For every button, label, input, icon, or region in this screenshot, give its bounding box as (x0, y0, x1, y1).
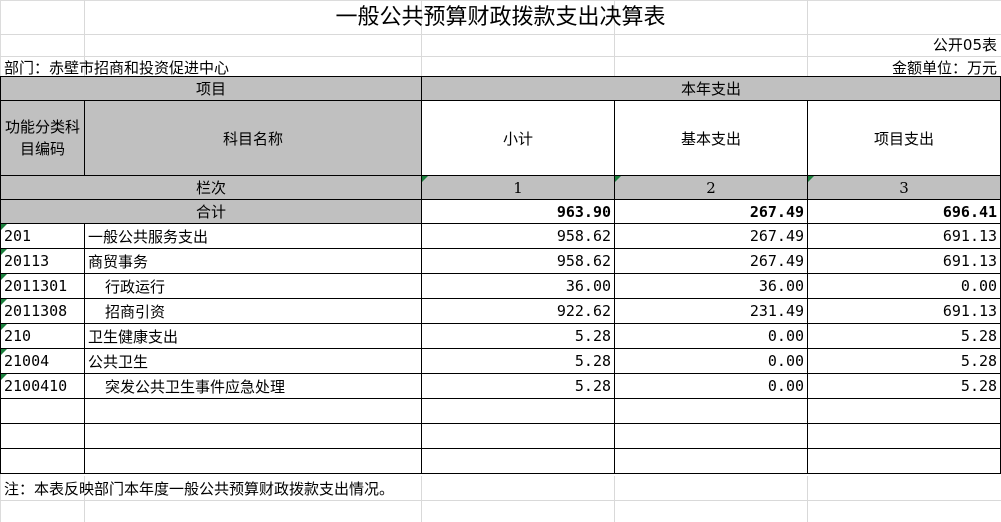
row-name[interactable]: 商贸事务 (83, 248, 423, 274)
gridline (0, 34, 1001, 35)
empty-cell[interactable] (421, 398, 616, 424)
header-group-project[interactable]: 项目 (0, 76, 423, 101)
table-row: 210 卫生健康支出 5.28 0.00 5.28 (0, 323, 1001, 349)
header-basic[interactable]: 基本支出 (614, 100, 809, 176)
empty-row (0, 398, 1001, 424)
row-name[interactable]: 卫生健康支出 (83, 323, 423, 349)
gridline (0, 56, 1001, 57)
empty-row (0, 448, 1001, 474)
row-code[interactable]: 21004 (0, 348, 85, 374)
row-project[interactable]: 691.13 (807, 223, 1001, 249)
empty-cell[interactable] (83, 448, 423, 474)
row-name[interactable]: 公共卫生 (83, 348, 423, 374)
empty-cell[interactable] (83, 423, 423, 449)
expenditure-table: 项目 本年支出 功能分类科目编码 科目名称 小计 基本支出 项目支出 栏次 1 … (0, 76, 1001, 474)
empty-cell[interactable] (807, 398, 1001, 424)
table-row: 2100410 突发公共卫生事件应急处理 5.28 0.00 5.28 (0, 373, 1001, 399)
row-project[interactable]: 5.28 (807, 373, 1001, 399)
row-project[interactable]: 0.00 (807, 273, 1001, 299)
row-basic[interactable]: 0.00 (614, 348, 809, 374)
row-basic[interactable]: 231.49 (614, 298, 809, 324)
empty-cell[interactable] (0, 448, 85, 474)
empty-cell[interactable] (614, 448, 809, 474)
gridline (614, 476, 615, 522)
gridline (0, 500, 1001, 501)
row-index-label[interactable]: 栏次 (0, 175, 423, 200)
empty-cell[interactable] (614, 423, 809, 449)
header-code-column[interactable]: 功能分类科目编码 (0, 100, 85, 176)
row-project[interactable]: 691.13 (807, 298, 1001, 324)
row-subtotal[interactable]: 5.28 (421, 323, 616, 349)
header-name-column[interactable]: 科目名称 (83, 100, 423, 176)
row-project[interactable]: 691.13 (807, 248, 1001, 274)
row-name[interactable]: 招商引资 (83, 298, 423, 324)
row-name[interactable]: 行政运行 (83, 273, 423, 299)
total-label[interactable]: 合计 (0, 199, 423, 224)
row-subtotal[interactable]: 958.62 (421, 248, 616, 274)
column-index-1[interactable]: 1 (421, 175, 616, 200)
footnote: 注：本表反映部门本年度一般公共预算财政拨款支出情况。 (4, 480, 395, 498)
row-code[interactable]: 2011308 (0, 298, 85, 324)
total-subtotal[interactable]: 963.90 (421, 199, 616, 224)
row-subtotal[interactable]: 5.28 (421, 348, 616, 374)
row-basic[interactable]: 0.00 (614, 323, 809, 349)
row-subtotal[interactable]: 5.28 (421, 373, 616, 399)
header-group-expenditure[interactable]: 本年支出 (421, 76, 1001, 101)
empty-cell[interactable] (614, 398, 809, 424)
empty-cell[interactable] (0, 398, 85, 424)
row-name[interactable]: 突发公共卫生事件应急处理 (83, 373, 423, 399)
column-index-2[interactable]: 2 (614, 175, 809, 200)
gridline (807, 476, 808, 522)
total-project[interactable]: 696.41 (807, 199, 1001, 224)
row-code[interactable]: 201 (0, 223, 85, 249)
row-subtotal[interactable]: 958.62 (421, 223, 616, 249)
table-row: 2011301 行政运行 36.00 36.00 0.00 (0, 273, 1001, 299)
row-subtotal[interactable]: 922.62 (421, 298, 616, 324)
empty-cell[interactable] (421, 448, 616, 474)
gridline (421, 476, 422, 522)
row-basic[interactable]: 0.00 (614, 373, 809, 399)
row-basic[interactable]: 267.49 (614, 223, 809, 249)
row-code[interactable]: 210 (0, 323, 85, 349)
empty-cell[interactable] (807, 423, 1001, 449)
row-project[interactable]: 5.28 (807, 348, 1001, 374)
table-row: 2011308 招商引资 922.62 231.49 691.13 (0, 298, 1001, 324)
page-title: 一般公共预算财政拨款支出决算表 (335, 5, 666, 30)
row-code[interactable]: 2100410 (0, 373, 85, 399)
header-subtotal[interactable]: 小计 (421, 100, 616, 176)
row-subtotal[interactable]: 36.00 (421, 273, 616, 299)
department-label: 部门：赤壁市招商和投资促进中心 (4, 59, 230, 77)
table-row: 20113 商贸事务 958.62 267.49 691.13 (0, 248, 1001, 274)
form-number: 公开05表 (932, 36, 997, 54)
row-code[interactable]: 2011301 (0, 273, 85, 299)
header-project[interactable]: 项目支出 (807, 100, 1001, 176)
row-name[interactable]: 一般公共服务支出 (83, 223, 423, 249)
table-row: 201 一般公共服务支出 958.62 267.49 691.13 (0, 223, 1001, 249)
row-basic[interactable]: 267.49 (614, 248, 809, 274)
column-index-3[interactable]: 3 (807, 175, 1001, 200)
empty-row (0, 423, 1001, 449)
table-row: 21004 公共卫生 5.28 0.00 5.28 (0, 348, 1001, 374)
empty-cell[interactable] (83, 398, 423, 424)
empty-cell[interactable] (421, 423, 616, 449)
row-basic[interactable]: 36.00 (614, 273, 809, 299)
empty-cell[interactable] (807, 448, 1001, 474)
total-basic[interactable]: 267.49 (614, 199, 809, 224)
unit-label: 金额单位：万元 (891, 59, 997, 77)
row-project[interactable]: 5.28 (807, 323, 1001, 349)
empty-cell[interactable] (0, 423, 85, 449)
row-code[interactable]: 20113 (0, 248, 85, 274)
